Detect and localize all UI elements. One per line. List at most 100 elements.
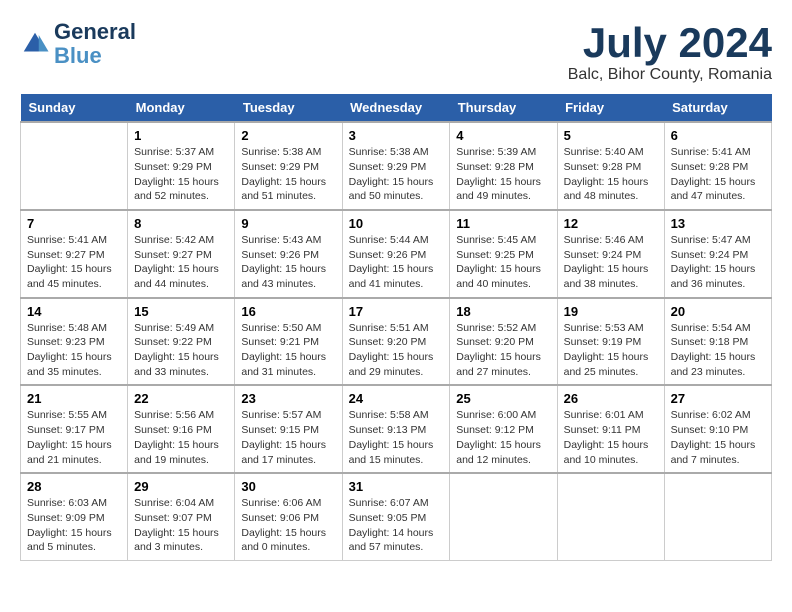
day-number: 31 [349,479,444,494]
day-detail: Sunrise: 5:48 AM Sunset: 9:23 PM Dayligh… [27,321,121,380]
day-number: 24 [349,391,444,406]
day-number: 10 [349,216,444,231]
day-cell: 18 Sunrise: 5:52 AM Sunset: 9:20 PM Dayli… [450,298,557,386]
day-header-sunday: Sunday [21,94,128,122]
day-detail: Sunrise: 5:39 AM Sunset: 9:28 PM Dayligh… [456,145,550,204]
day-cell [21,122,128,210]
day-cell: 13Sunrise: 5:47 AM Sunset: 9:24 PM Dayli… [664,210,771,298]
day-number: 29 [134,479,228,494]
day-number: 4 [456,128,550,143]
day-number: 20 [671,304,765,319]
day-number: 2 [241,128,335,143]
day-detail: Sunrise: 6:02 AM Sunset: 9:10 PM Dayligh… [671,408,765,467]
day-detail: Sunrise: 6:03 AM Sunset: 9:09 PM Dayligh… [27,496,121,555]
day-number: 7 [27,216,121,231]
day-cell: 5Sunrise: 5:40 AM Sunset: 9:28 PM Daylig… [557,122,664,210]
day-cell: 17 Sunrise: 5:51 AM Sunset: 9:20 PM Dayli… [342,298,450,386]
day-cell: 31 Sunrise: 6:07 AM Sunset: 9:05 PM Dayli… [342,473,450,560]
day-number: 15 [134,304,228,319]
day-number: 28 [27,479,121,494]
day-cell: 30 Sunrise: 6:06 AM Sunset: 9:06 PM Dayli… [235,473,342,560]
logo-text: General Blue [54,20,136,68]
day-header-friday: Friday [557,94,664,122]
day-number: 23 [241,391,335,406]
day-cell [557,473,664,560]
day-cell: 16Sunrise: 5:50 AM Sunset: 9:21 PM Dayli… [235,298,342,386]
day-cell: 6 Sunrise: 5:41 AM Sunset: 9:28 PM Daylig… [664,122,771,210]
day-cell: 7 Sunrise: 5:41 AM Sunset: 9:27 PM Daylig… [21,210,128,298]
day-detail: Sunrise: 5:51 AM Sunset: 9:20 PM Dayligh… [349,321,444,380]
day-detail: Sunrise: 5:56 AM Sunset: 9:16 PM Dayligh… [134,408,228,467]
day-cell: 29 Sunrise: 6:04 AM Sunset: 9:07 PM Dayli… [128,473,235,560]
week-row-2: 7 Sunrise: 5:41 AM Sunset: 9:27 PM Daylig… [21,210,772,298]
day-cell: 4 Sunrise: 5:39 AM Sunset: 9:28 PM Daylig… [450,122,557,210]
day-detail: Sunrise: 5:44 AM Sunset: 9:26 PM Dayligh… [349,233,444,292]
day-number: 25 [456,391,550,406]
day-cell: 28 Sunrise: 6:03 AM Sunset: 9:09 PM Dayli… [21,473,128,560]
day-number: 16 [241,304,335,319]
day-cell: 22 Sunrise: 5:56 AM Sunset: 9:16 PM Dayli… [128,385,235,473]
day-cell: 10 Sunrise: 5:44 AM Sunset: 9:26 PM Dayli… [342,210,450,298]
day-cell: 1Sunrise: 5:37 AM Sunset: 9:29 PM Daylig… [128,122,235,210]
day-number: 19 [564,304,658,319]
day-cell: 9 Sunrise: 5:43 AM Sunset: 9:26 PM Daylig… [235,210,342,298]
day-detail: Sunrise: 6:01 AM Sunset: 9:11 PM Dayligh… [564,408,658,467]
day-detail: Sunrise: 6:07 AM Sunset: 9:05 PM Dayligh… [349,496,444,555]
day-detail: Sunrise: 5:54 AM Sunset: 9:18 PM Dayligh… [671,321,765,380]
calendar-table: SundayMondayTuesdayWednesdayThursdayFrid… [20,94,772,561]
day-cell: 15 Sunrise: 5:49 AM Sunset: 9:22 PM Dayli… [128,298,235,386]
day-header-tuesday: Tuesday [235,94,342,122]
week-row-1: 1Sunrise: 5:37 AM Sunset: 9:29 PM Daylig… [21,122,772,210]
day-detail: Sunrise: 6:06 AM Sunset: 9:06 PM Dayligh… [241,496,335,555]
day-number: 3 [349,128,444,143]
day-detail: Sunrise: 5:52 AM Sunset: 9:20 PM Dayligh… [456,321,550,380]
day-detail: Sunrise: 5:45 AM Sunset: 9:25 PM Dayligh… [456,233,550,292]
day-number: 18 [456,304,550,319]
day-detail: Sunrise: 6:00 AM Sunset: 9:12 PM Dayligh… [456,408,550,467]
day-number: 9 [241,216,335,231]
week-row-4: 21 Sunrise: 5:55 AM Sunset: 9:17 PM Dayli… [21,385,772,473]
day-detail: Sunrise: 5:49 AM Sunset: 9:22 PM Dayligh… [134,321,228,380]
day-header-thursday: Thursday [450,94,557,122]
day-cell: 3 Sunrise: 5:38 AM Sunset: 9:29 PM Daylig… [342,122,450,210]
day-number: 21 [27,391,121,406]
day-detail: Sunrise: 5:41 AM Sunset: 9:28 PM Dayligh… [671,145,765,204]
day-header-wednesday: Wednesday [342,94,450,122]
day-detail: Sunrise: 5:55 AM Sunset: 9:17 PM Dayligh… [27,408,121,467]
calendar-subtitle: Balc, Bihor County, Romania [568,66,772,84]
day-detail: Sunrise: 5:38 AM Sunset: 9:29 PM Dayligh… [349,145,444,204]
calendar-title: July 2024 [568,20,772,66]
logo-line2: Blue [54,44,136,68]
day-detail: Sunrise: 6:04 AM Sunset: 9:07 PM Dayligh… [134,496,228,555]
day-cell: 19 Sunrise: 5:53 AM Sunset: 9:19 PM Dayli… [557,298,664,386]
day-number: 30 [241,479,335,494]
day-detail: Sunrise: 5:47 AM Sunset: 9:24 PM Dayligh… [671,233,765,292]
day-cell: 27Sunrise: 6:02 AM Sunset: 9:10 PM Dayli… [664,385,771,473]
day-cell: 21 Sunrise: 5:55 AM Sunset: 9:17 PM Dayli… [21,385,128,473]
day-cell: 2 Sunrise: 5:38 AM Sunset: 9:29 PM Daylig… [235,122,342,210]
day-detail: Sunrise: 5:38 AM Sunset: 9:29 PM Dayligh… [241,145,335,204]
day-cell: 26Sunrise: 6:01 AM Sunset: 9:11 PM Dayli… [557,385,664,473]
day-number: 8 [134,216,228,231]
day-detail: Sunrise: 5:43 AM Sunset: 9:26 PM Dayligh… [241,233,335,292]
day-detail: Sunrise: 5:41 AM Sunset: 9:27 PM Dayligh… [27,233,121,292]
day-cell: 8Sunrise: 5:42 AM Sunset: 9:27 PM Daylig… [128,210,235,298]
day-cell: 12 Sunrise: 5:46 AM Sunset: 9:24 PM Dayli… [557,210,664,298]
day-header-saturday: Saturday [664,94,771,122]
day-detail: Sunrise: 5:58 AM Sunset: 9:13 PM Dayligh… [349,408,444,467]
header: General Blue July 2024 Balc, Bihor Count… [20,20,772,84]
day-number: 22 [134,391,228,406]
day-detail: Sunrise: 5:53 AM Sunset: 9:19 PM Dayligh… [564,321,658,380]
day-number: 17 [349,304,444,319]
day-cell: 24 Sunrise: 5:58 AM Sunset: 9:13 PM Dayli… [342,385,450,473]
day-detail: Sunrise: 5:46 AM Sunset: 9:24 PM Dayligh… [564,233,658,292]
day-cell: 25 Sunrise: 6:00 AM Sunset: 9:12 PM Dayli… [450,385,557,473]
days-header-row: SundayMondayTuesdayWednesdayThursdayFrid… [21,94,772,122]
day-number: 12 [564,216,658,231]
day-cell: 14Sunrise: 5:48 AM Sunset: 9:23 PM Dayli… [21,298,128,386]
week-row-3: 14Sunrise: 5:48 AM Sunset: 9:23 PM Dayli… [21,298,772,386]
day-detail: Sunrise: 5:37 AM Sunset: 9:29 PM Dayligh… [134,145,228,204]
day-cell: 23Sunrise: 5:57 AM Sunset: 9:15 PM Dayli… [235,385,342,473]
day-number: 5 [564,128,658,143]
day-number: 6 [671,128,765,143]
